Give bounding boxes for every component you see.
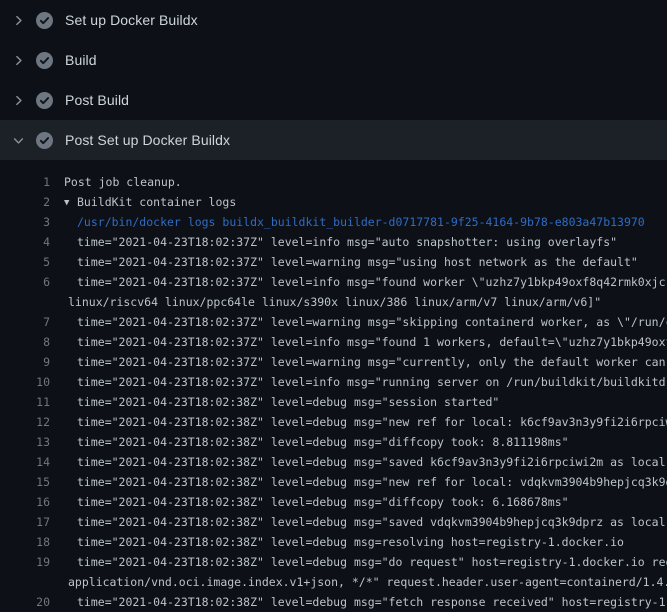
step-title: Build [65, 52, 97, 68]
log-line-number[interactable]: 18 [0, 532, 50, 552]
chevron-right-icon[interactable] [12, 94, 25, 107]
step-row-post-build[interactable]: Post Build [0, 80, 667, 120]
check-circle-icon [36, 92, 53, 109]
log-line-number[interactable]: 13 [0, 432, 50, 452]
log-line: 19time="2021-04-23T18:02:38Z" level=debu… [0, 552, 667, 572]
log-line-number[interactable]: 6 [0, 272, 50, 292]
log-line-text: time="2021-04-23T18:02:38Z" level=debug … [50, 532, 624, 552]
log-line-text: ▼BuildKit container logs [50, 192, 236, 212]
log-line-text: time="2021-04-23T18:02:38Z" level=debug … [50, 472, 667, 492]
log-line-text: time="2021-04-23T18:02:37Z" level=info m… [50, 332, 667, 352]
step-row-build[interactable]: Build [0, 40, 667, 80]
log-line-text: time="2021-04-23T18:02:37Z" level=warnin… [50, 252, 638, 272]
log-line: 7time="2021-04-23T18:02:37Z" level=warni… [0, 312, 667, 332]
log-line-text: linux/riscv64 linux/ppc64le linux/s390x … [50, 292, 601, 312]
log-line-number[interactable]: 2 [0, 192, 50, 212]
log-line-continuation: application/vnd.oci.image.index.v1+json,… [0, 572, 667, 592]
check-circle-icon [36, 132, 53, 149]
log-line-text: time="2021-04-23T18:02:38Z" level=debug … [50, 592, 667, 612]
log-line-number[interactable]: 4 [0, 232, 50, 252]
log-line: 20time="2021-04-23T18:02:38Z" level=debu… [0, 592, 667, 612]
log-line: 10time="2021-04-23T18:02:37Z" level=info… [0, 372, 667, 392]
log-line-number[interactable]: 10 [0, 372, 50, 392]
log-line: 9time="2021-04-23T18:02:37Z" level=warni… [0, 352, 667, 372]
log-line-text: time="2021-04-23T18:02:38Z" level=debug … [50, 552, 667, 572]
step-title: Post Set up Docker Buildx [65, 132, 230, 148]
log-line-text: time="2021-04-23T18:02:38Z" level=debug … [50, 512, 667, 532]
log-line-text: time="2021-04-23T18:02:37Z" level=info m… [50, 272, 667, 292]
log-line-number[interactable]: 15 [0, 472, 50, 492]
check-circle-icon [36, 12, 53, 29]
log-line: 14time="2021-04-23T18:02:38Z" level=debu… [0, 452, 667, 472]
log-line-number [0, 292, 50, 312]
step-title: Set up Docker Buildx [65, 12, 198, 28]
chevron-right-icon[interactable] [12, 14, 25, 27]
log-group-label[interactable]: BuildKit container logs [77, 195, 236, 209]
log-line-number[interactable]: 1 [0, 172, 50, 192]
chevron-down-icon[interactable] [12, 134, 25, 147]
log-line: 12time="2021-04-23T18:02:38Z" level=debu… [0, 412, 667, 432]
log-area: 1Post job cleanup.2▼BuildKit container l… [0, 160, 667, 612]
log-line-text: time="2021-04-23T18:02:37Z" level=warnin… [50, 312, 667, 332]
log-line: 11time="2021-04-23T18:02:38Z" level=debu… [0, 392, 667, 412]
log-line-number[interactable]: 19 [0, 552, 50, 572]
log-line: 1Post job cleanup. [0, 172, 667, 192]
log-line: 3/usr/bin/docker logs buildx_buildkit_bu… [0, 212, 667, 232]
log-command-text: /usr/bin/docker logs buildx_buildkit_bui… [50, 212, 645, 232]
step-title: Post Build [65, 92, 129, 108]
log-line-text: time="2021-04-23T18:02:37Z" level=warnin… [50, 352, 667, 372]
log-line-continuation: linux/riscv64 linux/ppc64le linux/s390x … [0, 292, 667, 312]
log-line-number[interactable]: 20 [0, 592, 50, 612]
log-line-number[interactable]: 3 [0, 212, 50, 232]
log-line-number [0, 572, 50, 592]
step-row-post-set-up-docker-buildx[interactable]: Post Set up Docker Buildx [0, 120, 667, 160]
log-line: 16time="2021-04-23T18:02:38Z" level=debu… [0, 492, 667, 512]
check-circle-icon [36, 52, 53, 69]
log-line: 17time="2021-04-23T18:02:38Z" level=debu… [0, 512, 667, 532]
log-line-number[interactable]: 11 [0, 392, 50, 412]
log-line-number[interactable]: 14 [0, 452, 50, 472]
log-line-number[interactable]: 7 [0, 312, 50, 332]
log-line-text: Post job cleanup. [50, 172, 182, 192]
log-line-text: time="2021-04-23T18:02:38Z" level=debug … [50, 392, 499, 412]
chevron-right-icon[interactable] [12, 54, 25, 67]
log-line: 6time="2021-04-23T18:02:37Z" level=info … [0, 272, 667, 292]
log-line-number[interactable]: 9 [0, 352, 50, 372]
step-row-set-up-docker-buildx[interactable]: Set up Docker Buildx [0, 0, 667, 40]
log-line-number[interactable]: 8 [0, 332, 50, 352]
log-line: 8time="2021-04-23T18:02:37Z" level=info … [0, 332, 667, 352]
steps-list: Set up Docker Buildx Build Post Build Post … [0, 0, 667, 160]
log-line-text: time="2021-04-23T18:02:37Z" level=info m… [50, 372, 667, 392]
log-line: 13time="2021-04-23T18:02:38Z" level=debu… [0, 432, 667, 452]
triangle-down-icon[interactable]: ▼ [64, 193, 77, 213]
log-line-text: time="2021-04-23T18:02:37Z" level=info m… [50, 232, 617, 252]
log-line-number[interactable]: 5 [0, 252, 50, 272]
log-line-text: time="2021-04-23T18:02:38Z" level=debug … [50, 412, 667, 432]
log-line-text: time="2021-04-23T18:02:38Z" level=debug … [50, 492, 569, 512]
log-line-text: time="2021-04-23T18:02:38Z" level=debug … [50, 432, 569, 452]
log-line-number[interactable]: 17 [0, 512, 50, 532]
log-line-number[interactable]: 16 [0, 492, 50, 512]
log-line: 18time="2021-04-23T18:02:38Z" level=debu… [0, 532, 667, 552]
log-line-text: time="2021-04-23T18:02:38Z" level=debug … [50, 452, 667, 472]
log-line: 5time="2021-04-23T18:02:37Z" level=warni… [0, 252, 667, 272]
log-line: 2▼BuildKit container logs [0, 192, 667, 212]
log-line: 4time="2021-04-23T18:02:37Z" level=info … [0, 232, 667, 252]
log-line: 15time="2021-04-23T18:02:38Z" level=debu… [0, 472, 667, 492]
log-line-number[interactable]: 12 [0, 412, 50, 432]
log-line-text: application/vnd.oci.image.index.v1+json,… [50, 572, 667, 592]
